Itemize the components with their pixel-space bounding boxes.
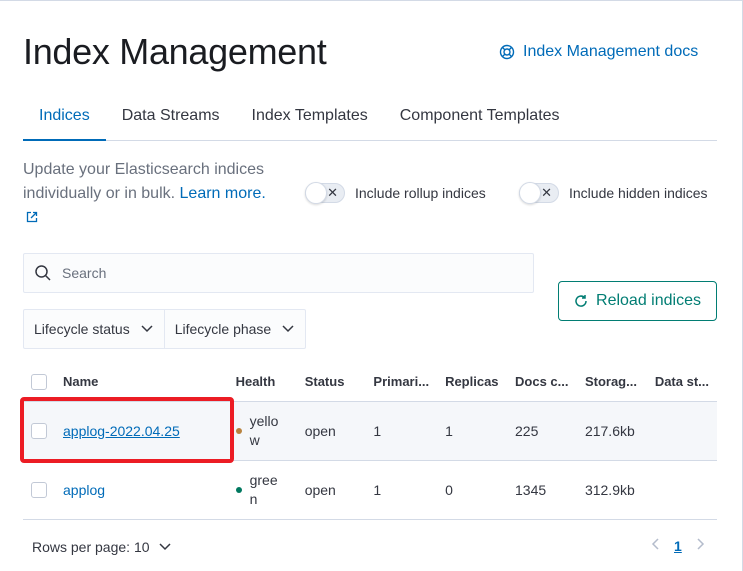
page-title: Index Management: [23, 31, 327, 72]
health-cell: yellow: [227, 401, 297, 461]
search-icon: [35, 265, 51, 281]
column-header-primaries[interactable]: Primari...: [365, 363, 438, 402]
search-placeholder: Search: [62, 265, 107, 281]
hidden-indices-toggle[interactable]: ✕ Include hidden indices: [519, 182, 708, 204]
rows-per-page-label: Rows per page: 10: [32, 539, 150, 555]
learn-more-link[interactable]: Learn more.: [180, 185, 266, 202]
index-name-cell: applog-2022.04.25: [55, 401, 228, 461]
row-checkbox[interactable]: [31, 423, 47, 440]
select-all-checkbox[interactable]: [31, 374, 47, 391]
storage-cell: 217.6kb: [576, 401, 647, 461]
health-cell: green: [227, 460, 297, 520]
index-management-panel: Index Management Index Management docs I…: [0, 0, 743, 571]
hidden-indices-label: Include hidden indices: [569, 185, 708, 201]
health-label: yellow: [249, 412, 279, 448]
close-icon: ✕: [541, 185, 552, 200]
column-header-health[interactable]: Health: [227, 363, 297, 402]
external-link-icon[interactable]: [26, 211, 38, 223]
row-select-cell: [23, 401, 55, 461]
health-dot-icon: [235, 427, 242, 434]
status-cell: open: [296, 460, 366, 520]
table-row: applog green open 1 0 1345 312.9kb: [23, 460, 717, 520]
toggle-knob: [519, 182, 541, 204]
data-stream-cell: [646, 460, 717, 520]
description: Update your Elasticsearch indices indivi…: [23, 158, 293, 206]
reload-indices-button[interactable]: Reload indices: [558, 281, 717, 321]
rollup-indices-toggle[interactable]: ✕ Include rollup indices: [305, 182, 486, 204]
replicas-cell: 0: [437, 460, 508, 520]
pagination: 1: [650, 537, 706, 554]
toggle-track[interactable]: ✕: [305, 182, 345, 204]
health-indicator: yellow: [235, 412, 289, 450]
primaries-cell: 1: [365, 401, 438, 461]
column-header-replicas[interactable]: Replicas: [437, 363, 508, 402]
lifecycle-status-label: Lifecycle status: [34, 321, 130, 337]
select-all-header: [23, 363, 55, 402]
docs-link[interactable]: Index Management docs: [499, 43, 698, 61]
replicas-cell: 1: [437, 401, 508, 461]
tab-index-templates[interactable]: Index Templates: [236, 101, 384, 141]
row-select-cell: [23, 460, 55, 520]
page-number-button[interactable]: 1: [674, 538, 682, 554]
chevron-left-icon: [651, 538, 659, 550]
table-row: applog-2022.04.25 yellow open 1 1 225 21…: [23, 401, 717, 461]
docs-count-cell: 225: [507, 401, 577, 461]
rollup-indices-label: Include rollup indices: [355, 185, 486, 201]
lifecycle-phase-filter[interactable]: Lifecycle phase: [163, 310, 306, 348]
table-header-row: Name Health Status Primari... Replicas D…: [23, 363, 717, 402]
column-header-docs-count[interactable]: Docs c...: [507, 363, 577, 402]
status-cell: open: [296, 401, 366, 461]
reload-indices-label: Reload indices: [596, 292, 701, 309]
lifebuoy-icon: [499, 44, 515, 60]
column-header-name[interactable]: Name: [55, 363, 228, 402]
tab-data-streams[interactable]: Data Streams: [106, 101, 236, 141]
health-indicator: green: [235, 471, 289, 509]
lifecycle-phase-label: Lifecycle phase: [174, 321, 272, 337]
tab-indices[interactable]: Indices: [23, 101, 106, 141]
filter-group: Lifecycle status Lifecycle phase: [23, 309, 307, 349]
chevron-down-icon: [141, 325, 153, 333]
chevron-down-icon: [282, 325, 294, 333]
indices-table: Name Health Status Primari... Replicas D…: [23, 363, 717, 520]
previous-page-button[interactable]: [650, 537, 660, 554]
refresh-icon: [575, 295, 587, 307]
lifecycle-status-filter[interactable]: Lifecycle status: [24, 310, 164, 348]
close-icon: ✕: [327, 185, 338, 200]
index-name-cell: applog: [55, 460, 228, 520]
index-name-link[interactable]: applog: [63, 482, 105, 498]
toggle-knob: [305, 182, 327, 204]
primaries-cell: 1: [365, 460, 438, 520]
health-dot-icon: [235, 486, 242, 493]
chevron-down-icon: [159, 543, 171, 551]
rows-per-page-selector[interactable]: Rows per page: 10: [32, 539, 172, 555]
chevron-right-icon: [697, 538, 704, 550]
health-label: green: [249, 471, 278, 507]
docs-link-label: Index Management docs: [523, 43, 699, 60]
storage-cell: 312.9kb: [576, 460, 647, 520]
docs-count-cell: 1345: [507, 460, 577, 520]
column-header-storage[interactable]: Storag...: [576, 363, 647, 402]
search-input[interactable]: Search: [23, 253, 534, 293]
data-stream-cell: [646, 401, 717, 461]
next-page-button[interactable]: [696, 537, 706, 554]
index-name-link[interactable]: applog-2022.04.25: [63, 423, 180, 439]
tab-bar: Indices Data Streams Index Templates Com…: [23, 101, 717, 141]
column-header-status[interactable]: Status: [296, 363, 366, 402]
toggle-track[interactable]: ✕: [519, 182, 559, 204]
row-checkbox[interactable]: [31, 482, 47, 499]
tab-component-templates[interactable]: Component Templates: [384, 101, 576, 141]
column-header-data-stream[interactable]: Data st...: [646, 363, 717, 402]
